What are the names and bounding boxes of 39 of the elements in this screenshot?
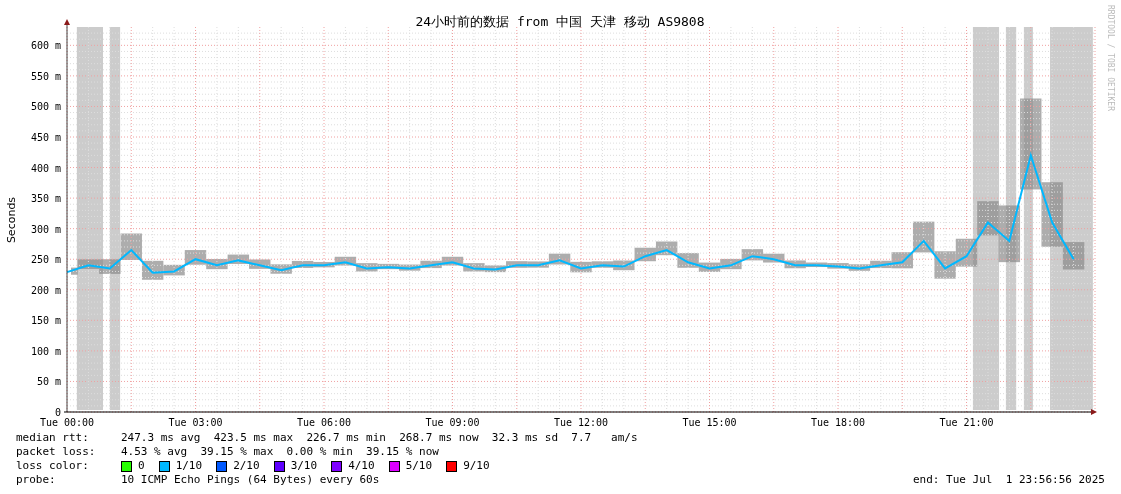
legend-value: 10 ICMP Echo Pings (64 Bytes) every 60s: [121, 473, 380, 487]
y-tick-label: 100 m: [30, 345, 61, 357]
legend-value: 4.53 % avg 39.15 % max 0.00 % min 39.15 % now: [121, 445, 439, 459]
y-tick-label: 0: [54, 407, 61, 418]
x-tick-label: Tue 15:00: [682, 417, 737, 428]
legend-label: packet loss:: [16, 445, 97, 459]
legend-value: 0: [138, 459, 145, 473]
legend-label: probe:: [16, 473, 57, 487]
y-tick-label: 550 m: [30, 70, 61, 82]
legend-value: 1/10: [175, 459, 203, 473]
legend-value: 247.3 ms avg 423.5 ms max 226.7 ms min 268.7 ms now 32.3 ms sd 7.7 am/s: [121, 431, 638, 445]
legend-value: 5/10: [405, 459, 433, 473]
x-tick-label: Tue 12:00: [553, 417, 609, 428]
x-tick-label: Tue 18:00: [810, 417, 866, 428]
legend-value: 3/10: [290, 459, 318, 473]
y-tick-label: 200 m: [30, 284, 61, 296]
x-tick-label: Tue 06:00: [296, 417, 352, 428]
y-tick-label: 600 m: [30, 40, 61, 52]
x-tick-label: Tue 09:00: [425, 417, 480, 428]
y-tick-label: 300 m: [30, 223, 61, 235]
credit-text: RRDTOOL / TOBI OETIKER: [1106, 5, 1115, 111]
y-axis-label: Seconds: [5, 196, 18, 244]
x-tick-label: Tue 03:00: [168, 417, 223, 428]
end-time: end: Tue Jul 1 23:56:56 2025: [912, 473, 1105, 487]
legend-value: 9/10: [463, 459, 490, 473]
y-tick-label: 50 m: [36, 376, 61, 388]
x-tick-label: Tue 00:00: [39, 417, 95, 428]
y-tick-label: 350 m: [30, 193, 61, 205]
y-tick-label: 150 m: [30, 315, 61, 327]
x-tick-label: Tue 21:00: [939, 417, 994, 428]
legend-label: median rtt:: [16, 431, 90, 445]
y-tick-label: 500 m: [30, 101, 61, 113]
graph-title: 24小时前的数据 from 中国 天津 移动 AS9808: [415, 14, 705, 29]
y-tick-label: 250 m: [30, 254, 61, 266]
y-tick-label: 400 m: [30, 162, 61, 174]
y-tick-label: 450 m: [30, 132, 61, 143]
legend-value: 2/10: [233, 459, 260, 473]
legend-value: 4/10: [348, 459, 375, 473]
legend-label: loss color:: [16, 459, 90, 473]
